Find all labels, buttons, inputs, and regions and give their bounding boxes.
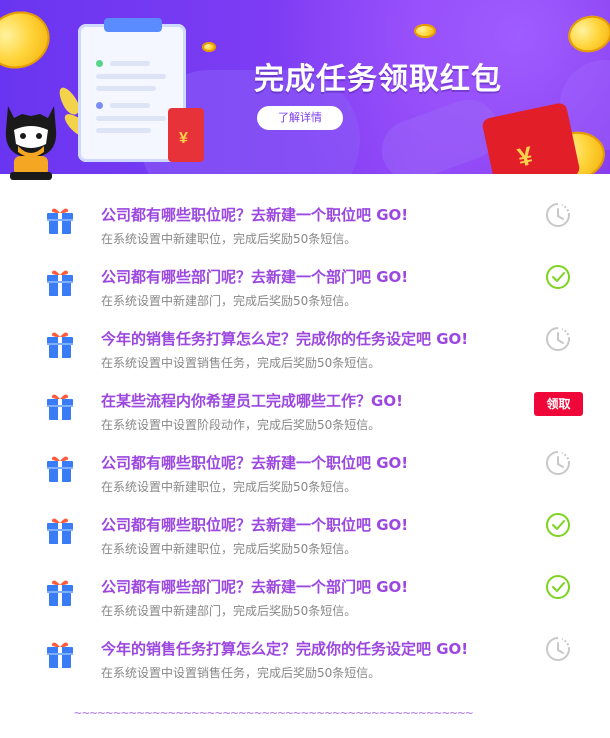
yen-symbol: ¥ xyxy=(179,130,188,147)
task-row[interactable]: 公司都有哪些职位呢？去新建一个职位吧 GO! 在系统设置中新建职位，完成后奖励50… xyxy=(0,430,610,494)
task-row[interactable]: 公司都有哪些部门呢？去新建一个部门吧 GO! 在系统设置中新建部门，完成后奖励50… xyxy=(0,244,610,308)
gift-icon xyxy=(44,266,76,298)
gift-icon xyxy=(44,452,76,484)
task-title[interactable]: 公司都有哪些职位呢？去新建一个职位吧 GO! xyxy=(101,452,408,473)
banner-title: 完成任务领取红包 xyxy=(254,62,502,97)
task-description: 在系统设置中设置销售任务，完成后奖励50条短信。 xyxy=(101,666,381,680)
task-row[interactable]: 公司都有哪些职位呢？去新建一个职位吧 GO! 在系统设置中新建职位，完成后奖励50… xyxy=(0,492,610,556)
gift-icon xyxy=(44,328,76,360)
reward-banner: ¥ ¥ 完成任务领取红包 了解详情 xyxy=(0,0,610,174)
footer-decoration: ~~~~~~~~~~~~~~~~~~~~~~~~~~~~~~~~~~~~~~~~… xyxy=(74,706,474,721)
task-title[interactable]: 今年的销售任务打算怎么定？完成你的任务设定吧 GO! xyxy=(101,328,468,349)
coin-icon xyxy=(414,24,436,38)
task-row[interactable]: 在某些流程内你希望员工完成哪些工作？GO! 在系统设置中设置阶段动作，完成后奖励5… xyxy=(0,368,610,432)
task-title[interactable]: 公司都有哪些职位呢？去新建一个职位吧 GO! xyxy=(101,514,408,535)
check-circle-icon xyxy=(545,264,571,290)
red-envelope-icon: ¥ xyxy=(168,108,204,162)
task-row[interactable]: 今年的销售任务打算怎么定？完成你的任务设定吧 GO! 在系统设置中设置销售任务，完… xyxy=(0,616,610,680)
gift-icon xyxy=(44,576,76,608)
gift-icon xyxy=(44,638,76,670)
task-row[interactable]: 公司都有哪些职位呢？去新建一个职位吧 GO! 在系统设置中新建职位，完成后奖励50… xyxy=(0,182,610,246)
clock-pending-icon xyxy=(545,636,571,662)
learn-more-button[interactable]: 了解详情 xyxy=(257,106,343,130)
coin-icon xyxy=(0,2,58,78)
task-title[interactable]: 今年的销售任务打算怎么定？完成你的任务设定吧 GO! xyxy=(101,638,468,659)
clock-pending-icon xyxy=(545,450,571,476)
yen-symbol: ¥ xyxy=(514,140,536,173)
coin-icon xyxy=(564,10,610,58)
check-circle-icon xyxy=(545,512,571,538)
gift-icon xyxy=(44,514,76,546)
claim-reward-button[interactable]: 领取 xyxy=(534,392,583,416)
task-row[interactable]: 今年的销售任务打算怎么定？完成你的任务设定吧 GO! 在系统设置中设置销售任务，完… xyxy=(0,306,610,370)
task-title[interactable]: 公司都有哪些部门呢？去新建一个部门吧 GO! xyxy=(101,576,408,597)
clock-pending-icon xyxy=(545,202,571,228)
mascot-illustration xyxy=(5,106,57,180)
red-envelope-icon: ¥ xyxy=(481,101,581,174)
task-title[interactable]: 公司都有哪些部门呢？去新建一个部门吧 GO! xyxy=(101,266,408,287)
task-title[interactable]: 公司都有哪些职位呢？去新建一个职位吧 GO! xyxy=(101,204,408,225)
task-title[interactable]: 在某些流程内你希望员工完成哪些工作？GO! xyxy=(101,390,403,411)
task-row[interactable]: 公司都有哪些部门呢？去新建一个部门吧 GO! 在系统设置中新建部门，完成后奖励50… xyxy=(0,554,610,618)
task-reward-page: ¥ ¥ 完成任务领取红包 了解详情 公司都有哪些职位呢？去新建一个职位吧 GO!… xyxy=(0,0,610,738)
gift-icon xyxy=(44,390,76,422)
gift-icon xyxy=(44,204,76,236)
coin-icon xyxy=(202,42,216,52)
clock-pending-icon xyxy=(545,326,571,352)
check-circle-icon xyxy=(545,574,571,600)
clipboard-clip xyxy=(104,18,162,32)
